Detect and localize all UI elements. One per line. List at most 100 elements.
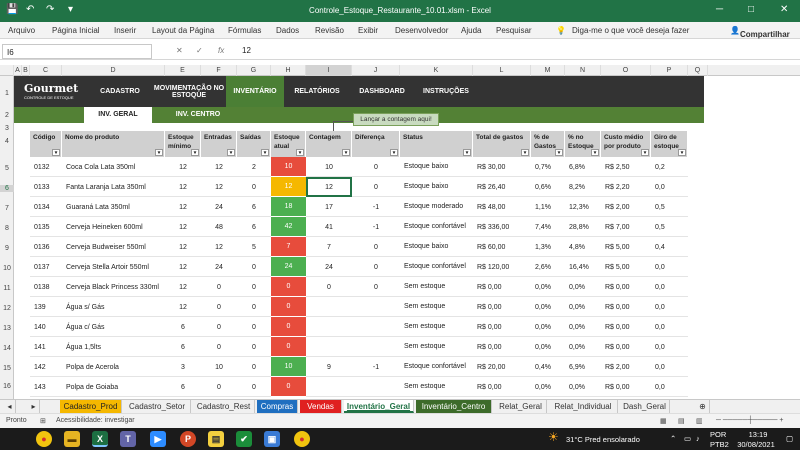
- lang-secondary[interactable]: PTB2: [710, 440, 729, 449]
- enter-icon[interactable]: ✓: [196, 46, 203, 55]
- cell-codigo[interactable]: 141: [30, 337, 62, 357]
- cell--no-estoque[interactable]: 12,3%: [565, 197, 601, 217]
- column-header-d[interactable]: D: [62, 65, 165, 76]
- cell-status[interactable]: Estoque confortável: [400, 217, 473, 237]
- cell-status[interactable]: Estoque confortável: [400, 257, 473, 277]
- cell--de-gastos[interactable]: 0,0%: [531, 297, 565, 317]
- cell-saidas[interactable]: 0: [237, 277, 271, 297]
- column-header-q[interactable]: Q: [688, 65, 708, 76]
- cell--no-estoque[interactable]: 4,8%: [565, 237, 601, 257]
- cell-status[interactable]: Estoque confortável: [400, 357, 473, 377]
- cell-total-de-gastos[interactable]: R$ 0,00: [473, 317, 531, 337]
- accessibility-status[interactable]: Acessibilidade: investigar: [56, 417, 135, 424]
- cell-total-de-gastos[interactable]: R$ 0,00: [473, 377, 531, 397]
- sticky-notes-icon[interactable]: ▤: [208, 431, 224, 447]
- cell-estoque-minimo[interactable]: 12: [165, 197, 201, 217]
- cell-nome-do-produto[interactable]: Cerveja Budweiser 550ml: [62, 237, 165, 257]
- zoom-slider[interactable]: ─ ─────┼───── +: [716, 417, 784, 424]
- subtab-inv-centro[interactable]: INV. CENTRO: [164, 107, 232, 123]
- row-header-7[interactable]: 7: [0, 205, 14, 212]
- cell-saidas[interactable]: 5: [237, 237, 271, 257]
- cell-giro-de-estoque[interactable]: 0,0: [651, 357, 688, 377]
- page-break-icon[interactable]: ▥: [696, 417, 703, 425]
- filter-dropdown-icon[interactable]: ▾: [227, 149, 235, 156]
- powerpoint-icon[interactable]: P: [180, 431, 196, 447]
- cell-giro-de-estoque[interactable]: 0,0: [651, 177, 688, 197]
- cell-estoque-atual[interactable]: 0: [271, 317, 306, 337]
- share-button[interactable]: 👤 Compartilhar: [730, 26, 790, 39]
- cell-entradas[interactable]: 10: [201, 357, 237, 377]
- cell-diferenca[interactable]: 0: [352, 277, 400, 297]
- cell-estoque-minimo[interactable]: 6: [165, 377, 201, 397]
- cell-estoque-minimo[interactable]: 12: [165, 157, 201, 177]
- chrome-icon[interactable]: ●: [36, 431, 52, 447]
- cell-nome-do-produto[interactable]: Polpa de Acerola: [62, 357, 165, 377]
- column-header-e[interactable]: E: [165, 65, 201, 76]
- column-header-i[interactable]: I: [306, 65, 352, 76]
- cell-estoque-minimo[interactable]: 12: [165, 297, 201, 317]
- column-header-a[interactable]: A: [14, 65, 22, 76]
- tab-desenvolvedor[interactable]: Desenvolvedor: [395, 26, 448, 35]
- row-header-14[interactable]: 14: [0, 345, 14, 352]
- cell-status[interactable]: Sem estoque: [400, 297, 473, 317]
- next-sheet-icon[interactable]: ▸: [28, 400, 40, 413]
- sheet-tab-vendas[interactable]: Vendas: [300, 400, 342, 413]
- cell-estoque-minimo[interactable]: 12: [165, 257, 201, 277]
- row-header-9[interactable]: 9: [0, 245, 14, 252]
- cell-saidas[interactable]: 0: [237, 337, 271, 357]
- clock-date[interactable]: 30/08/2021: [730, 440, 782, 449]
- tab-exibir[interactable]: Exibir: [358, 26, 378, 35]
- cell-status[interactable]: Estoque baixo: [400, 177, 473, 197]
- filter-dropdown-icon[interactable]: ▾: [342, 149, 350, 156]
- zoom-app-icon[interactable]: ▶: [150, 431, 166, 447]
- cell-codigo[interactable]: 0138: [30, 277, 62, 297]
- cell-contagem[interactable]: 9: [306, 357, 352, 377]
- cancel-icon[interactable]: ✕: [176, 46, 183, 55]
- row-header-1[interactable]: 1: [0, 90, 14, 97]
- cell-entradas[interactable]: 0: [201, 317, 237, 337]
- cell--no-estoque[interactable]: 6,8%: [565, 157, 601, 177]
- cell-saidas[interactable]: 0: [237, 377, 271, 397]
- cell-diferenca[interactable]: 0: [352, 157, 400, 177]
- cell-nome-do-produto[interactable]: Coca Cola Lata 350ml: [62, 157, 165, 177]
- prev-sheet-icon[interactable]: ◂: [4, 400, 16, 413]
- filter-dropdown-icon[interactable]: ▾: [463, 149, 471, 156]
- select-all-corner[interactable]: [0, 65, 14, 76]
- cell-codigo[interactable]: 0135: [30, 217, 62, 237]
- cell-giro-de-estoque[interactable]: 0,2: [651, 157, 688, 177]
- maximize-icon[interactable]: □: [748, 4, 754, 15]
- cell--de-gastos[interactable]: 0,0%: [531, 337, 565, 357]
- cell-status[interactable]: Estoque baixo: [400, 157, 473, 177]
- name-box[interactable]: I6: [2, 44, 152, 59]
- cell--de-gastos[interactable]: 7,4%: [531, 217, 565, 237]
- cell-giro-de-estoque[interactable]: 0,0: [651, 297, 688, 317]
- fx-icon[interactable]: fx: [218, 46, 224, 55]
- cell-total-de-gastos[interactable]: R$ 0,00: [473, 297, 531, 317]
- cell-entradas[interactable]: 0: [201, 377, 237, 397]
- page-layout-icon[interactable]: ▤: [678, 417, 685, 425]
- filter-dropdown-icon[interactable]: ▾: [390, 149, 398, 156]
- cell-status[interactable]: Estoque moderado: [400, 197, 473, 217]
- network-icon[interactable]: ▭: [684, 434, 691, 443]
- cell-contagem[interactable]: 12: [306, 177, 352, 197]
- cell-entradas[interactable]: 24: [201, 197, 237, 217]
- cell-estoque-minimo[interactable]: 3: [165, 357, 201, 377]
- cell-entradas[interactable]: 24: [201, 257, 237, 277]
- cell-contagem[interactable]: 41: [306, 217, 352, 237]
- weather-text[interactable]: 31°C Pred ensolarado: [566, 435, 640, 444]
- column-header-b[interactable]: B: [22, 65, 30, 76]
- sheet-tab-cadastro-setor[interactable]: Cadastro_Setor: [124, 400, 191, 413]
- macro-record-icon[interactable]: ⊞: [40, 417, 46, 425]
- cell-estoque-minimo[interactable]: 6: [165, 317, 201, 337]
- cell-estoque-minimo[interactable]: 12: [165, 177, 201, 197]
- cell-estoque-minimo[interactable]: 6: [165, 337, 201, 357]
- cell-diferenca[interactable]: [352, 317, 400, 337]
- cell--de-gastos[interactable]: 0,0%: [531, 277, 565, 297]
- row-header-8[interactable]: 8: [0, 225, 14, 232]
- cell-estoque-atual[interactable]: 12: [271, 177, 306, 197]
- cell-custo-medio-por-produto[interactable]: R$ 2,50: [601, 157, 651, 177]
- cell-status[interactable]: Sem estoque: [400, 337, 473, 357]
- cell-estoque-minimo[interactable]: 12: [165, 217, 201, 237]
- row-header-16[interactable]: 16: [0, 383, 14, 390]
- cell-giro-de-estoque[interactable]: 0,0: [651, 317, 688, 337]
